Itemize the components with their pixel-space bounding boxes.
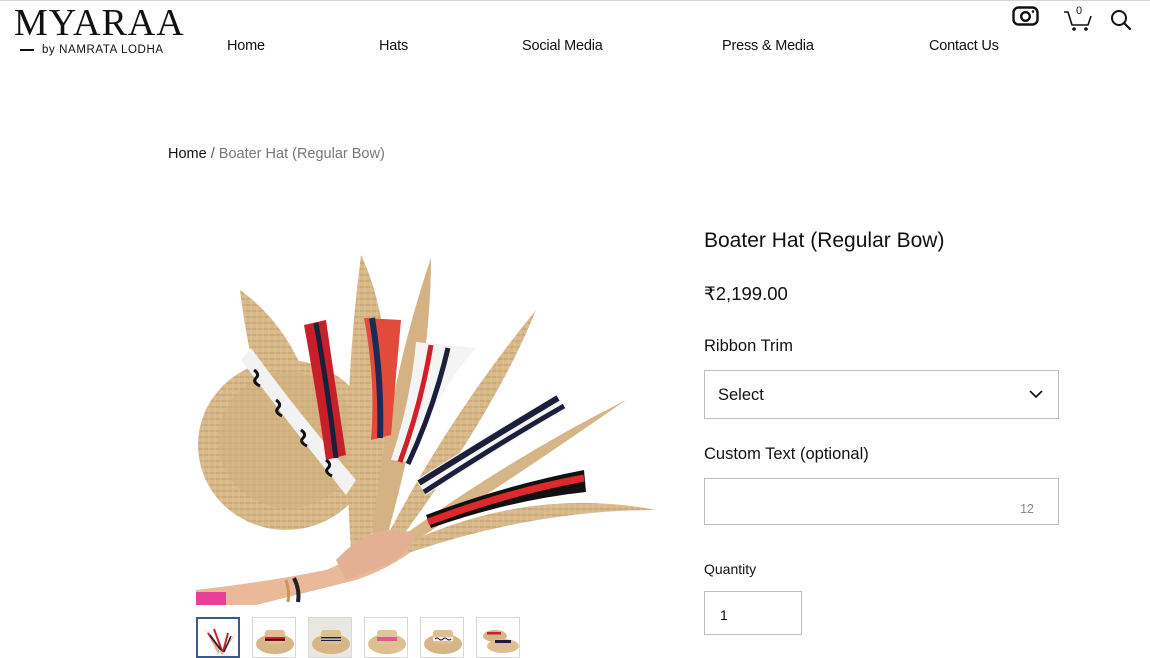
ribbon-trim-value: Select [718,386,764,404]
custom-text-char-count: 12 [1020,502,1034,516]
thumbnail-6[interactable] [476,617,520,658]
thumbnail-2[interactable] [252,617,296,658]
thumbnail-3[interactable] [308,617,352,658]
nav-item-press-media[interactable]: Press & Media [722,38,814,54]
nav-item-social-media[interactable]: Social Media [522,38,603,54]
brand-logo[interactable]: MYARAA by NAMRATA LODHA [14,4,214,62]
quantity-label: Quantity [704,561,757,577]
tagline-dash [20,49,34,51]
cart-count: 0 [1076,5,1083,17]
thumbnail-image [365,618,407,657]
nav-item-home[interactable]: Home [227,38,265,54]
quantity-input[interactable]: 1 [704,591,802,635]
quantity-value: 1 [720,607,728,623]
brand-name: MYARAA [14,2,185,44]
brand-tagline-row: by NAMRATA LODHA [20,44,164,56]
search-icon[interactable] [1110,9,1132,31]
nav-item-contact-us[interactable]: Contact Us [929,38,999,54]
product-title: Boater Hat (Regular Bow) [704,229,945,252]
product-price: ₹2,199.00 [704,283,788,304]
breadcrumb-separator: / [210,146,215,162]
thumbnail-image [309,618,351,657]
header-top-border [0,0,1150,1]
ribbon-trim-label: Ribbon Trim [704,337,793,355]
breadcrumb-home[interactable]: Home [168,146,207,162]
thumbnail-1[interactable] [196,617,240,658]
nav-item-hats[interactable]: Hats [379,38,408,54]
thumbnail-image [253,618,295,657]
breadcrumb: Home / Boater Hat (Regular Bow) [168,146,385,162]
instagram-icon[interactable] [1012,6,1039,26]
custom-text-input[interactable]: 12 [704,478,1059,525]
brand-tagline: by NAMRATA LODHA [42,44,164,56]
boater-hats-fan-image [196,255,656,605]
thumbnail-4[interactable] [364,617,408,658]
breadcrumb-current: Boater Hat (Regular Bow) [218,146,385,162]
product-main-image[interactable] [176,230,661,605]
ribbon-trim-select[interactable]: Select [704,370,1059,419]
thumbnail-image [198,619,238,656]
thumbnail-image [477,618,519,657]
thumbnail-image [421,618,463,657]
thumbnail-5[interactable] [420,617,464,658]
custom-text-label: Custom Text (optional) [704,445,869,463]
chevron-down-icon [1029,390,1043,399]
